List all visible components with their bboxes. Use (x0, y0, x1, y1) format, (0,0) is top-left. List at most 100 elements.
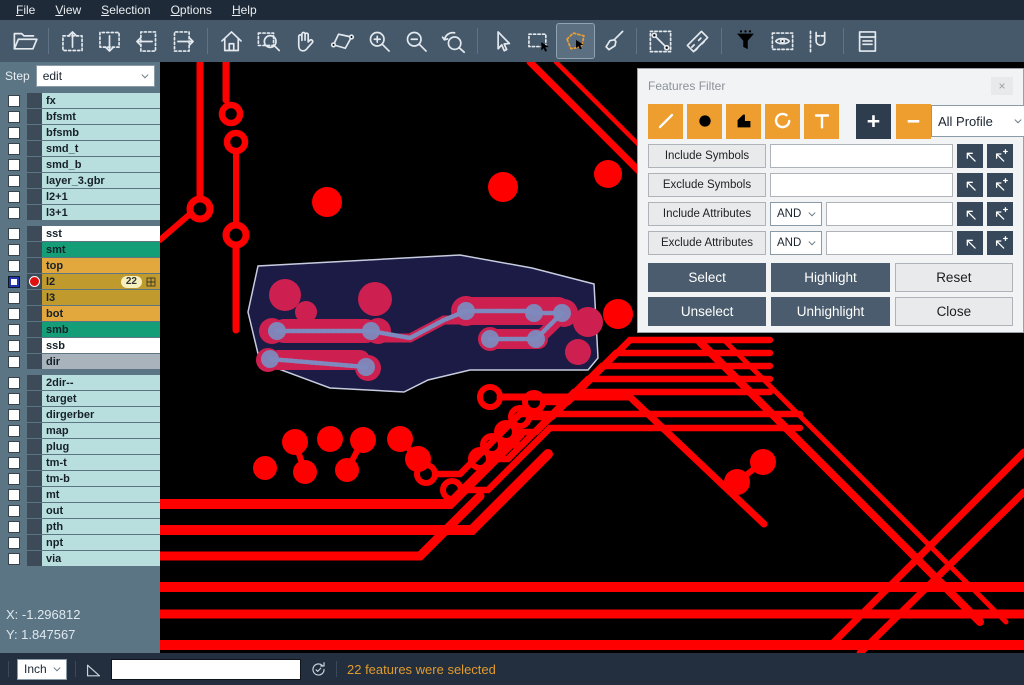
layer-active-cell[interactable] (27, 391, 42, 406)
layer-active-cell[interactable] (27, 322, 42, 337)
unselect-button[interactable]: Unselect (648, 297, 766, 326)
layer-active-cell[interactable] (27, 125, 42, 140)
filter-arc-button[interactable] (765, 104, 800, 139)
layer-active-cell[interactable] (27, 173, 42, 188)
layer-active-cell[interactable] (27, 242, 42, 257)
reset-button[interactable]: Reset (895, 263, 1013, 292)
layer-name-cell[interactable]: l3 (42, 290, 160, 305)
pan-right-button[interactable] (165, 24, 202, 58)
layer-checkbox[interactable] (8, 393, 20, 405)
layer-checkbox[interactable] (8, 521, 20, 533)
zoom-previous-button[interactable] (435, 24, 472, 58)
open-button[interactable] (6, 24, 43, 58)
layer-name-cell[interactable]: smt (42, 242, 160, 257)
close-button[interactable]: Close (895, 297, 1013, 326)
report-button[interactable] (849, 24, 886, 58)
layer-active-cell[interactable] (27, 535, 42, 550)
polygon-select-button[interactable] (557, 24, 594, 58)
angle-measure-icon[interactable] (84, 660, 103, 679)
layer-name-cell[interactable]: l2+1 (42, 189, 160, 204)
filter-text-button[interactable] (804, 104, 839, 139)
layer-active-cell[interactable] (27, 205, 42, 220)
layer-name-cell[interactable]: fx (42, 93, 160, 108)
layer-checkbox[interactable] (8, 505, 20, 517)
layer-name-cell[interactable]: mt (42, 487, 160, 502)
layer-checkbox[interactable] (8, 457, 20, 469)
home-button[interactable] (213, 24, 250, 58)
layer-checkbox[interactable] (8, 377, 20, 389)
layer-checkbox[interactable] (8, 473, 20, 485)
layer-name-cell[interactable]: target (42, 391, 160, 406)
filter-line-button[interactable] (648, 104, 683, 139)
menu-file[interactable]: File (6, 0, 45, 20)
exclude-attributes-pick-button[interactable] (957, 231, 983, 255)
filter-surface-button[interactable] (726, 104, 761, 139)
layer-active-cell[interactable] (27, 487, 42, 502)
exclude-attributes-operator-combobox[interactable]: AND (770, 231, 822, 255)
layer-name-cell[interactable]: via (42, 551, 160, 566)
zoom-area-button[interactable] (324, 24, 361, 58)
include-symbols-pick-button[interactable] (957, 144, 983, 168)
select-button[interactable]: Select (648, 263, 766, 292)
mode-plus-button[interactable]: + (856, 104, 891, 139)
layer-name-cell[interactable]: l222 (42, 274, 160, 289)
layer-name-cell[interactable]: smd_b (42, 157, 160, 172)
dialog-close-button[interactable]: × (991, 77, 1013, 95)
layer-name-cell[interactable]: sst (42, 226, 160, 241)
layer-checkbox[interactable] (8, 95, 20, 107)
layer-checkbox[interactable] (8, 537, 20, 549)
layer-name-cell[interactable]: dir (42, 354, 160, 369)
exclude-attributes-pick-add-button[interactable] (987, 231, 1013, 255)
layer-checkbox[interactable] (8, 127, 20, 139)
measure-line-button[interactable] (642, 24, 679, 58)
pan-left-button[interactable] (128, 24, 165, 58)
layer-name-cell[interactable]: smd_t (42, 141, 160, 156)
exclude-symbols-pick-add-button[interactable] (987, 173, 1013, 197)
layer-name-cell[interactable]: plug (42, 439, 160, 454)
include-symbols-input[interactable] (770, 144, 953, 168)
profile-combobox[interactable]: All Profile (931, 105, 1024, 137)
command-input[interactable] (111, 659, 301, 680)
layer-active-cell[interactable] (27, 258, 42, 273)
menu-help[interactable]: Help (222, 0, 267, 20)
layer-name-cell[interactable]: tm-b (42, 471, 160, 486)
unhighlight-button[interactable]: Unhighlight (771, 297, 889, 326)
layer-active-cell[interactable] (27, 354, 42, 369)
pan-down-button[interactable] (91, 24, 128, 58)
layer-name-cell[interactable]: out (42, 503, 160, 518)
zoom-out-button[interactable] (398, 24, 435, 58)
include-attributes-button[interactable]: Include Attributes (648, 202, 766, 226)
pointer-select-button[interactable] (483, 24, 520, 58)
exclude-symbols-button[interactable]: Exclude Symbols (648, 173, 766, 197)
sync-icon[interactable] (309, 660, 328, 679)
layer-active-cell[interactable] (27, 157, 42, 172)
brush-select-button[interactable] (594, 24, 631, 58)
layer-name-cell[interactable]: smb (42, 322, 160, 337)
layer-checkbox[interactable] (8, 308, 20, 320)
menu-options[interactable]: Options (161, 0, 222, 20)
highlight-button[interactable]: Highlight (771, 263, 889, 292)
step-combobox[interactable]: edit (36, 65, 155, 87)
layer-active-cell[interactable] (27, 338, 42, 353)
exclude-symbols-pick-button[interactable] (957, 173, 983, 197)
layer-checkbox[interactable] (8, 409, 20, 421)
layer-active-cell[interactable] (27, 93, 42, 108)
layer-name-cell[interactable]: tm-t (42, 455, 160, 470)
layer-name-cell[interactable]: map (42, 423, 160, 438)
exclude-attributes-button[interactable]: Exclude Attributes (648, 231, 766, 255)
include-attributes-input[interactable] (826, 202, 953, 226)
filter-button[interactable] (727, 24, 764, 58)
layer-checkbox[interactable] (8, 175, 20, 187)
layer-checkbox[interactable] (8, 324, 20, 336)
layer-active-cell[interactable] (27, 407, 42, 422)
layer-name-cell[interactable]: ssb (42, 338, 160, 353)
layer-checkbox[interactable] (8, 191, 20, 203)
layer-active-cell[interactable] (27, 274, 42, 289)
units-combobox[interactable]: Inch (17, 659, 67, 680)
layer-checkbox[interactable] (8, 356, 20, 368)
layer-checkbox[interactable] (8, 340, 20, 352)
menu-view[interactable]: View (45, 0, 91, 20)
ruler-button[interactable] (679, 24, 716, 58)
layer-name-cell[interactable]: bfsmb (42, 125, 160, 140)
layer-active-cell[interactable] (27, 290, 42, 305)
